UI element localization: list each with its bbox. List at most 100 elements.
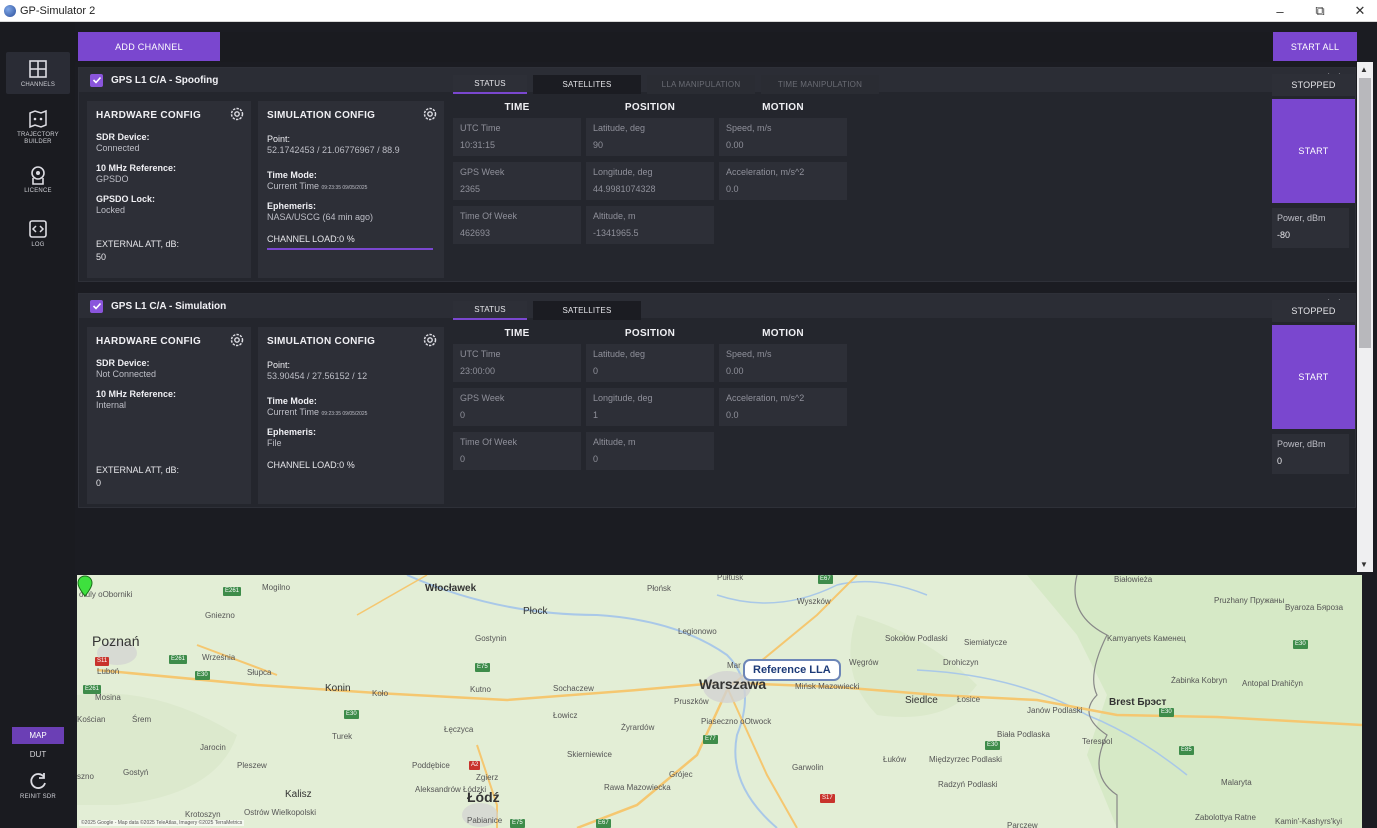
- map-label: Sokołów Podlaski: [885, 634, 948, 643]
- map-label: Legionowo: [678, 627, 717, 636]
- map-route-icon: [29, 109, 47, 129]
- external-att-field: EXTERNAL ATT, dB: 50: [96, 239, 180, 262]
- gpsdo-lock-field: GPSDO Lock: Locked: [96, 194, 156, 215]
- tab-satellites[interactable]: SATELLITES: [533, 75, 641, 94]
- road-badge: S11: [95, 657, 110, 666]
- channel-title: GPS L1 C/A - Spoofing: [111, 74, 219, 86]
- add-channel-button[interactable]: ADD CHANNEL: [78, 32, 220, 61]
- channel-panel-spoofing: GPS L1 C/A - Spoofing HARDWARE CONFIG SD…: [78, 67, 1356, 282]
- scroll-up-icon[interactable]: ▲: [1360, 65, 1368, 74]
- channel-start-button[interactable]: START: [1272, 99, 1355, 203]
- map-label: Pruzhany Пружаны: [1214, 596, 1285, 605]
- card-title: SIMULATION CONFIG: [267, 336, 376, 347]
- scrollbar-thumb[interactable]: [1359, 78, 1371, 348]
- sidebar: CHANNELS TRAJECTORY BUILDER LICENCE LOG …: [0, 22, 75, 828]
- map-label: Piaseczno oOtwock: [701, 717, 772, 726]
- road-badge: A2: [469, 761, 481, 770]
- map-label: szno: [77, 772, 94, 781]
- map-label: Janów Podlaski: [1027, 706, 1083, 715]
- longitude-cell: Longitude, deg 44.9981074328: [586, 162, 714, 200]
- code-icon: [29, 220, 47, 238]
- road-badge: E261: [83, 685, 102, 694]
- map-button[interactable]: MAP: [12, 727, 64, 744]
- sidebar-item-licence[interactable]: LICENCE: [6, 164, 70, 204]
- tab-time-manipulation[interactable]: TIME MANIPULATION: [761, 75, 879, 94]
- map-label: Drohiczyn: [943, 658, 979, 667]
- map-label: Międzyrzec Podlaski: [929, 755, 1002, 764]
- channel-enable-checkbox[interactable]: [90, 299, 103, 313]
- minimize-button[interactable]: –: [1273, 4, 1287, 19]
- map-label: Białowieża: [1114, 575, 1153, 584]
- sidebar-item-channels[interactable]: CHANNELS: [6, 52, 70, 94]
- map-label: Łęczyca: [444, 725, 474, 734]
- sidebar-item-trajectory-builder[interactable]: TRAJECTORY BUILDER: [6, 108, 70, 152]
- channel-status-badge: STOPPED: [1272, 300, 1355, 322]
- map-view[interactable]: otuly oOborniki Gniezno Mogilno Włocławe…: [77, 575, 1362, 828]
- card-title: SIMULATION CONFIG: [267, 110, 376, 121]
- utc-time-cell: UTC Time 23:00:00: [453, 344, 581, 382]
- map-label: Antopal Drahičyn: [1242, 679, 1303, 688]
- tab-status[interactable]: STATUS: [453, 301, 527, 320]
- start-all-button[interactable]: START ALL: [1273, 32, 1357, 61]
- sdr-device-field: SDR Device: Connected: [96, 132, 150, 153]
- map-label: Żabinka Kobryn: [1171, 676, 1228, 685]
- channel-load-field: CHANNEL LOAD:0 %: [267, 234, 355, 244]
- speed-cell: Speed, m/s 0.00: [719, 344, 847, 382]
- gear-icon[interactable]: [229, 332, 245, 348]
- point-field: Point: 53.90454 / 27.56152 / 12: [267, 360, 368, 381]
- time-mode-field: Time Mode: Current Time 09:23:35 09/05/2…: [267, 396, 368, 417]
- road-badge: E30: [1293, 640, 1308, 649]
- map-label: Zgierz: [476, 773, 499, 782]
- sidebar-item-label: LOG: [31, 242, 45, 248]
- close-window-button[interactable]: ✕: [1353, 3, 1367, 19]
- hardware-config-card: HARDWARE CONFIG SDR Device: Not Connecte…: [87, 327, 251, 504]
- channel-enable-checkbox[interactable]: [90, 73, 103, 87]
- top-toolbar: ADD CHANNEL START ALL: [75, 32, 1357, 62]
- road-badge: E30: [985, 741, 1000, 750]
- road-badge: E261: [223, 587, 242, 596]
- channel-load-bar: [267, 248, 433, 250]
- channel-tabs: STATUS SATELLITES LLA MANIPULATION TIME …: [453, 75, 879, 94]
- time-of-week-cell: Time Of Week 0: [453, 432, 581, 470]
- sidebar-item-label: LICENCE: [24, 188, 52, 194]
- sidebar-item-log[interactable]: LOG: [6, 218, 70, 258]
- map-label: Kamin'-Kashyrs'kyi: [1275, 817, 1343, 826]
- reference-field: 10 MHz Reference: GPSDO: [96, 163, 177, 184]
- gear-icon[interactable]: [422, 332, 438, 348]
- map-label: Śrem: [132, 715, 152, 724]
- reinit-sdr-button[interactable]: REINIT SDR: [6, 770, 70, 810]
- map-label: Włocławek: [425, 583, 477, 594]
- map-label: Pułtusk: [717, 575, 744, 582]
- road-badge: E75: [510, 819, 525, 828]
- reference-lla-label[interactable]: Reference LLA: [743, 659, 841, 681]
- map-label: Konin: [325, 683, 351, 694]
- hardware-config-card: HARDWARE CONFIG SDR Device: Connected 10…: [87, 101, 251, 278]
- map-label: Mosina: [95, 693, 121, 702]
- road-badge: S17: [820, 794, 835, 803]
- tab-status[interactable]: STATUS: [453, 75, 527, 94]
- ephemeris-field: Ephemeris: File: [267, 427, 317, 448]
- maximize-button[interactable]: ⧉: [1313, 3, 1327, 19]
- dut-button[interactable]: DUT: [12, 746, 64, 763]
- sidebar-item-label: TRAJECTORY BUILDER: [17, 132, 59, 145]
- position-header: POSITION: [624, 102, 676, 113]
- tab-lla-manipulation[interactable]: LLA MANIPULATION: [647, 75, 755, 94]
- channel-start-button[interactable]: START: [1272, 325, 1355, 429]
- map-label: Garwolin: [792, 763, 824, 772]
- road-badge: E85: [1179, 746, 1194, 755]
- motion-header: MOTION: [762, 102, 804, 113]
- map-label: Biała Podlaska: [997, 730, 1050, 739]
- gear-icon[interactable]: [229, 106, 245, 122]
- tab-satellites[interactable]: SATELLITES: [533, 301, 641, 320]
- channels-scrollbar[interactable]: ▲ ▼: [1357, 62, 1373, 572]
- channel-status-badge: STOPPED: [1272, 74, 1355, 96]
- scroll-down-icon[interactable]: ▼: [1360, 560, 1368, 569]
- channel-title: GPS L1 C/A - Simulation: [111, 300, 227, 312]
- map-label: Gniezno: [205, 611, 235, 620]
- reference-field: 10 MHz Reference: Internal: [96, 389, 177, 410]
- map-pin-icon[interactable]: [77, 575, 93, 597]
- window-title: GP-Simulator 2: [20, 4, 96, 17]
- gear-icon[interactable]: [422, 106, 438, 122]
- card-title: HARDWARE CONFIG: [96, 336, 202, 347]
- altitude-cell: Altitude, m0: [586, 432, 714, 470]
